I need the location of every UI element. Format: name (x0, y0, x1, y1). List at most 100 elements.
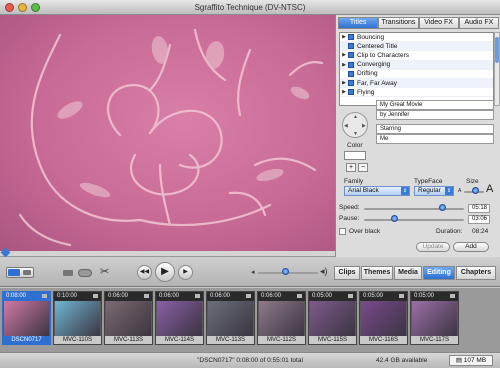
title-item-converging[interactable]: ▶ Converging (340, 60, 493, 70)
pause-slider-knob[interactable] (390, 215, 398, 222)
volume-slider-knob[interactable] (281, 268, 289, 275)
timeline-toggle[interactable] (78, 269, 92, 277)
update-button[interactable]: Update (416, 242, 450, 252)
trash-icon: ▤ (455, 357, 464, 364)
pause-value[interactable]: 03:06 (468, 215, 490, 224)
title-item-far-far-away[interactable]: ▶ Far, Far Away (340, 78, 493, 89)
title-style-icon (348, 43, 354, 50)
tab-titles[interactable]: Titles (338, 17, 379, 29)
typeface-label: TypeFace (414, 178, 443, 185)
add-button[interactable]: Add (453, 242, 489, 252)
rewind-button[interactable]: ◀◀ (137, 265, 152, 280)
title-text-field-2[interactable]: by Jennifer (376, 110, 494, 120)
title-style-icon (348, 34, 354, 41)
clip-thumbnail[interactable]: 0:06:00 MVC-114S (155, 291, 204, 345)
add-line-button[interactable]: + (346, 163, 356, 172)
family-label: Family (344, 178, 364, 185)
scissors-icon[interactable]: ✂ (100, 265, 109, 278)
clip-name: MVC-113S (105, 336, 152, 344)
title-text-field-1[interactable]: My Great Movie (376, 100, 494, 110)
title-item-flying[interactable]: ▶ Flying (340, 88, 493, 98)
clip-thumbnail[interactable]: 0:08:00 DSCN0717 (2, 291, 51, 345)
project-size-button[interactable]: ▤ 107 MB (449, 355, 493, 366)
camera-icon (246, 294, 251, 298)
clip-image (361, 301, 406, 337)
title-item-bouncing[interactable]: ▶ Bouncing (340, 33, 493, 43)
over-black-checkbox[interactable] (339, 228, 346, 235)
arrow-left-icon[interactable]: ◀ (344, 123, 348, 129)
clip-image (55, 301, 100, 337)
tab-transitions[interactable]: Transitions (378, 17, 419, 29)
clip-name: MVC-113S (207, 336, 254, 344)
play-fullscreen-button[interactable]: ▶ (178, 265, 193, 280)
disclosure-triangle-icon[interactable]: ▶ (340, 34, 348, 40)
clip-thumbnail[interactable]: 0:06:00 MVC-113S (206, 291, 255, 345)
font-family-select[interactable]: Arial Black ⇕ (344, 186, 410, 196)
speed-slider-knob[interactable] (438, 204, 446, 211)
clip-image (208, 301, 253, 337)
speed-slider[interactable] (364, 208, 464, 210)
disclosure-triangle-icon[interactable]: ▶ (340, 89, 348, 95)
title-item-drifting[interactable]: Drifting (340, 70, 493, 79)
clip-thumbnail[interactable]: 0:10:00 MVC-110S (53, 291, 102, 345)
remove-line-button[interactable]: − (358, 163, 368, 172)
title-item-clip-to-characters[interactable]: ▶ Clip to Characters (340, 51, 493, 61)
tab-themes[interactable]: Themes (361, 266, 393, 280)
tab-clips[interactable]: Clips (334, 266, 360, 280)
size-slider-knob[interactable] (472, 187, 479, 194)
title-text-field-4[interactable]: Me (376, 134, 494, 144)
titles-list-scrollbar[interactable] (494, 32, 500, 106)
tab-editing[interactable]: Editing (423, 266, 455, 280)
speed-value[interactable]: 05:18 (468, 204, 490, 213)
arrow-right-icon[interactable]: ▶ (362, 123, 366, 129)
disclosure-triangle-icon[interactable]: ▶ (340, 62, 348, 68)
play-button[interactable]: ▶ (155, 262, 175, 282)
tab-chapters[interactable]: Chapters (456, 266, 496, 280)
size-small-icon: A (458, 188, 462, 194)
size-large-icon: A (486, 183, 494, 195)
color-swatch[interactable] (344, 151, 366, 160)
duration-value: 08:24 (472, 228, 489, 235)
title-item-centered-title[interactable]: Centered Title (340, 42, 493, 52)
clip-name: MVC-117S (411, 336, 458, 344)
direction-pad[interactable]: ▲ ▼ ◀ ▶ (342, 112, 368, 138)
clip-viewer: 0:08:00 DSCN0717 0:10:00 MVC-110S 0:06:00 MVC… (0, 288, 500, 352)
sgraffito-pottery-image (18, 28, 324, 247)
disclosure-triangle-icon[interactable]: ▶ (340, 52, 348, 58)
title-style-icon (348, 89, 354, 96)
title-style-icon (348, 80, 354, 87)
over-black-label: Over black (349, 228, 381, 235)
tab-video-fx[interactable]: Video FX (418, 17, 459, 29)
clip-name: MVC-112S (258, 336, 305, 344)
scrollbar-thumb[interactable] (495, 37, 499, 63)
typeface-select[interactable]: Regular ⇕ (414, 186, 454, 196)
disclosure-triangle-icon[interactable]: ▶ (340, 80, 348, 86)
clip-viewer-icon[interactable] (63, 270, 73, 276)
arrow-down-icon[interactable]: ▼ (353, 131, 358, 137)
tab-media[interactable]: Media (394, 266, 422, 280)
title-style-icon (348, 52, 354, 59)
tab-audio-fx[interactable]: Audio FX (458, 17, 499, 29)
clip-thumbnail[interactable]: 0:05:00 MVC-116S (359, 291, 408, 345)
arrow-up-icon[interactable]: ▲ (353, 114, 358, 120)
clip-thumbnail[interactable]: 0:06:00 MVC-112S (257, 291, 306, 345)
camera-icon (42, 294, 47, 298)
pause-label: Pause: (339, 215, 360, 222)
camera-icon (8, 269, 20, 276)
clip-image (259, 301, 304, 337)
clip-thumbnail[interactable]: 0:05:00 MVC-117S (410, 291, 459, 345)
duration-label: Duration: (436, 228, 463, 235)
clip-image (412, 301, 457, 337)
clip-thumbnail[interactable]: 0:06:00 MVC-113S (104, 291, 153, 345)
clip-name: MVC-116S (360, 336, 407, 344)
title-text-field-3[interactable]: Starring (376, 124, 494, 134)
pause-slider[interactable] (364, 219, 464, 221)
camera-mode-toggle[interactable] (6, 267, 34, 278)
panel-tabs: Titles Transitions Video FX Audio FX (338, 17, 499, 29)
chevron-down-icon: ⇕ (401, 187, 409, 195)
clip-name: MVC-114S (156, 336, 203, 344)
camera-icon (399, 294, 404, 298)
clip-thumbnail[interactable]: 0:05:00 MVC-115S (308, 291, 357, 345)
video-viewer[interactable] (0, 15, 335, 251)
camera-icon (450, 294, 455, 298)
